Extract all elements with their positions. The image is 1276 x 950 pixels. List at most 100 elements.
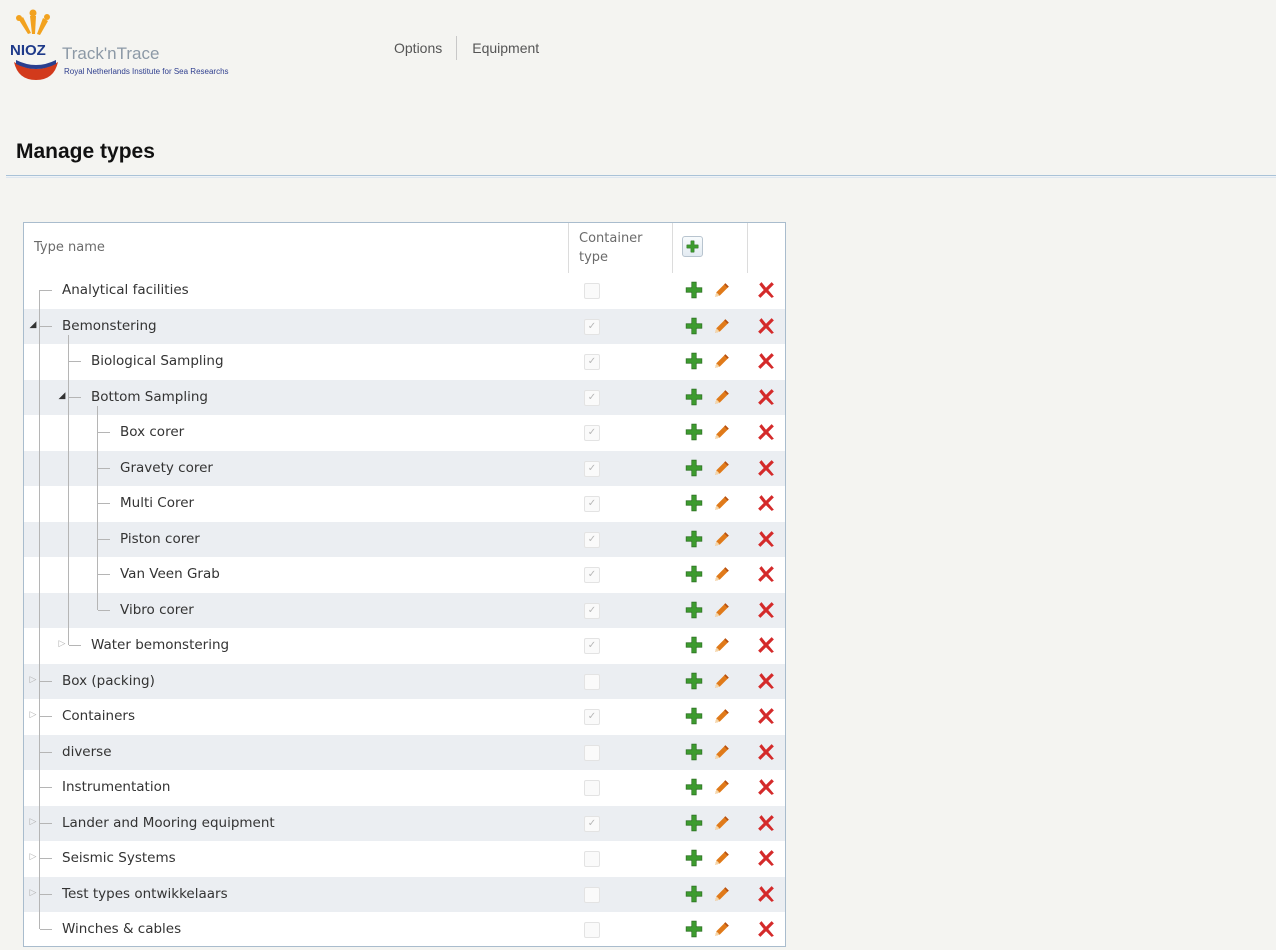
delete-button[interactable] — [757, 388, 777, 408]
add-child-button[interactable] — [685, 565, 705, 585]
tree-row[interactable]: diverse — [24, 734, 785, 770]
delete-button[interactable] — [757, 885, 777, 905]
delete-button[interactable] — [757, 778, 777, 798]
container-type-checkbox: ✓ — [584, 815, 600, 832]
tree-row[interactable]: Vibro corer ✓ — [24, 592, 785, 628]
tree-row[interactable]: Piston corer ✓ — [24, 521, 785, 557]
add-child-button[interactable] — [685, 707, 705, 727]
add-child-button[interactable] — [685, 530, 705, 550]
edit-button[interactable] — [713, 743, 733, 763]
edit-button[interactable] — [713, 707, 733, 727]
edit-button[interactable] — [713, 601, 733, 621]
tree-connector — [98, 467, 110, 469]
edit-button[interactable] — [713, 920, 733, 940]
delete-button[interactable] — [757, 636, 777, 656]
delete-button[interactable] — [757, 707, 777, 727]
collapse-arrow-icon[interactable]: ◢ — [57, 391, 67, 401]
add-child-button[interactable] — [685, 849, 705, 869]
container-type-checkbox: ✓ — [584, 354, 600, 370]
expand-arrow-icon[interactable]: ▷ — [28, 675, 38, 685]
add-child-button[interactable] — [685, 743, 705, 763]
delete-button[interactable] — [757, 672, 777, 692]
header-delete — [748, 223, 785, 273]
tree-row[interactable]: Box corer ✓ — [24, 415, 785, 451]
add-child-button[interactable] — [685, 388, 705, 408]
edit-button[interactable] — [713, 778, 733, 798]
add-child-button[interactable] — [685, 672, 705, 692]
add-child-button[interactable] — [685, 920, 705, 940]
plus-icon — [685, 778, 703, 796]
container-type-checkbox: ✓ — [584, 318, 600, 335]
edit-button[interactable] — [713, 352, 733, 372]
add-child-button[interactable] — [685, 885, 705, 905]
edit-button[interactable] — [713, 636, 733, 656]
header-type-name[interactable]: Type name — [24, 223, 569, 273]
tree-row[interactable]: ◢ Bottom Sampling ✓ — [24, 379, 785, 415]
add-child-button[interactable] — [685, 352, 705, 372]
expand-arrow-icon[interactable]: ▷ — [28, 817, 38, 827]
tree-row[interactable]: ▷ Water bemonstering ✓ — [24, 628, 785, 664]
add-child-button[interactable] — [685, 778, 705, 798]
tree-row[interactable]: Analytical facilities — [24, 273, 785, 309]
cross-icon — [758, 814, 774, 831]
nioz-logo[interactable]: NIOZ Track'nTrace Royal Netherlands Inst… — [10, 4, 250, 82]
add-child-button[interactable] — [685, 814, 705, 834]
tree-row[interactable]: Van Veen Grab ✓ — [24, 557, 785, 593]
expand-arrow-icon[interactable]: ▷ — [28, 852, 38, 862]
tree-row[interactable]: ▷ Lander and Mooring equipment ✓ — [24, 805, 785, 841]
add-child-button[interactable] — [685, 494, 705, 514]
delete-button[interactable] — [757, 317, 777, 337]
delete-button[interactable] — [757, 459, 777, 479]
add-child-button[interactable] — [685, 281, 705, 301]
delete-button[interactable] — [757, 530, 777, 550]
edit-button[interactable] — [713, 281, 733, 301]
edit-button[interactable] — [713, 849, 733, 869]
nav-options[interactable]: Options — [394, 40, 456, 56]
pencil-icon — [715, 851, 729, 865]
edit-button[interactable] — [713, 565, 733, 585]
tree-row[interactable]: ▷ Test types ontwikkelaars — [24, 876, 785, 912]
delete-button[interactable] — [757, 743, 777, 763]
delete-button[interactable] — [757, 849, 777, 869]
expand-arrow-icon[interactable]: ▷ — [57, 639, 67, 649]
header-container-type[interactable]: Container type — [569, 223, 673, 273]
tree-row[interactable]: ▷ Containers ✓ — [24, 699, 785, 735]
edit-button[interactable] — [713, 388, 733, 408]
nav-equipment[interactable]: Equipment — [457, 40, 549, 56]
add-child-button[interactable] — [685, 601, 705, 621]
expand-arrow-icon[interactable]: ▷ — [28, 888, 38, 898]
edit-button[interactable] — [713, 672, 733, 692]
edit-button[interactable] — [713, 423, 733, 443]
edit-button[interactable] — [713, 530, 733, 550]
add-child-button[interactable] — [685, 636, 705, 656]
edit-button[interactable] — [713, 885, 733, 905]
edit-button[interactable] — [713, 317, 733, 337]
delete-button[interactable] — [757, 352, 777, 372]
tree-row[interactable]: Gravety corer ✓ — [24, 450, 785, 486]
plus-icon — [685, 920, 703, 938]
delete-button[interactable] — [757, 565, 777, 585]
edit-button[interactable] — [713, 459, 733, 479]
delete-button[interactable] — [757, 281, 777, 301]
edit-button[interactable] — [713, 494, 733, 514]
cross-icon — [758, 495, 774, 511]
delete-button[interactable] — [757, 423, 777, 443]
add-child-button[interactable] — [685, 459, 705, 479]
tree-row[interactable]: Winches & cables — [24, 912, 785, 946]
collapse-arrow-icon[interactable]: ◢ — [28, 320, 38, 330]
delete-button[interactable] — [757, 494, 777, 514]
tree-row[interactable]: Biological Sampling ✓ — [24, 344, 785, 380]
tree-row[interactable]: Instrumentation — [24, 770, 785, 806]
edit-button[interactable] — [713, 814, 733, 834]
tree-row[interactable]: ▷ Box (packing) — [24, 663, 785, 699]
tree-row[interactable]: Multi Corer ✓ — [24, 486, 785, 522]
delete-button[interactable] — [757, 601, 777, 621]
tree-row[interactable]: ◢ Bemonstering ✓ — [24, 308, 785, 344]
delete-button[interactable] — [757, 814, 777, 834]
delete-button[interactable] — [757, 920, 777, 940]
tree-row[interactable]: ▷ Seismic Systems — [24, 841, 785, 877]
add-child-button[interactable] — [685, 423, 705, 443]
expand-arrow-icon[interactable]: ▷ — [28, 710, 38, 720]
add-child-button[interactable] — [685, 317, 705, 337]
add-root-type-button[interactable] — [682, 236, 703, 257]
